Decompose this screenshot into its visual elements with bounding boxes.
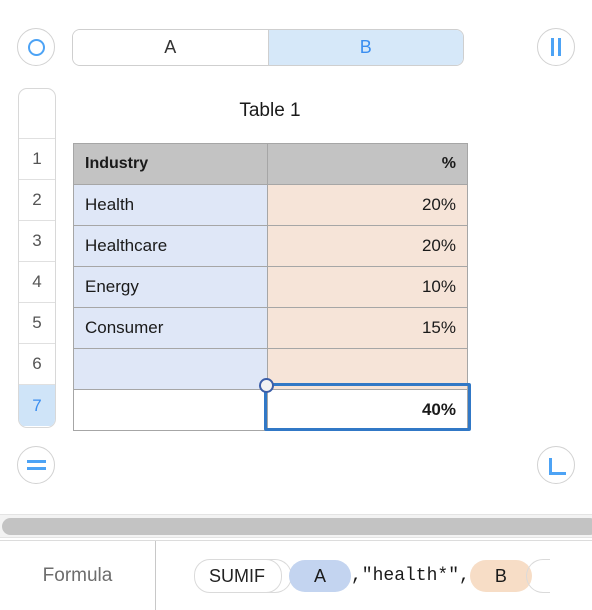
tab-column-b[interactable]: B bbox=[267, 30, 463, 65]
table-header-row: Industry % bbox=[73, 143, 468, 185]
cell-b2[interactable]: 20% bbox=[267, 184, 468, 226]
formula-close-paren bbox=[525, 559, 550, 593]
return-corner-icon bbox=[549, 457, 566, 475]
table-row: Energy 10% bbox=[73, 266, 468, 308]
row-header-3[interactable]: 3 bbox=[19, 221, 55, 262]
table-row-result: 40% bbox=[73, 389, 468, 431]
equals-button[interactable] bbox=[17, 446, 55, 484]
return-button[interactable] bbox=[537, 446, 575, 484]
row-header-6[interactable]: 6 bbox=[19, 344, 55, 385]
spreadsheet-app: A B Table 1 1 2 3 4 5 6 7 Industry % Hea… bbox=[0, 0, 592, 610]
formula-function-token[interactable]: SUMIF bbox=[194, 559, 282, 593]
column-header-percent[interactable]: % bbox=[267, 143, 468, 185]
cell-a5[interactable]: Consumer bbox=[73, 307, 268, 349]
formula-criteria-text[interactable]: ,"health*", bbox=[351, 566, 470, 586]
tab-column-b-label: B bbox=[359, 37, 372, 57]
cell-a7[interactable] bbox=[73, 389, 268, 431]
cell-b5[interactable]: 15% bbox=[267, 307, 468, 349]
cell-a4[interactable]: Energy bbox=[73, 266, 268, 308]
row-header-1[interactable]: 1 bbox=[19, 139, 55, 180]
cell-b6[interactable] bbox=[267, 348, 468, 390]
nav-next-button[interactable] bbox=[537, 28, 575, 66]
cell-a2[interactable]: Health bbox=[73, 184, 268, 226]
row-header-blank bbox=[19, 89, 55, 139]
cell-b7[interactable]: 40% bbox=[267, 389, 468, 431]
column-tabs: A B bbox=[72, 29, 464, 66]
formula-label: Formula bbox=[42, 565, 113, 586]
formula-ref-token-a[interactable]: A bbox=[289, 560, 351, 592]
row-header-5[interactable]: 5 bbox=[19, 303, 55, 344]
table-row: Health 20% bbox=[73, 184, 468, 226]
row-header-4[interactable]: 4 bbox=[19, 262, 55, 303]
horizontal-scrollbar-track[interactable] bbox=[0, 514, 592, 538]
formula-ref-token-b[interactable]: B bbox=[469, 560, 532, 592]
formula-bar: Formula SUMIF A ,"health*", B bbox=[0, 540, 592, 610]
column-header-industry[interactable]: Industry bbox=[73, 143, 268, 185]
horizontal-scrollbar-thumb[interactable] bbox=[2, 518, 592, 535]
tab-column-a[interactable]: A bbox=[73, 30, 268, 65]
sheet-canvas: Table 1 1 2 3 4 5 6 7 Industry % Health … bbox=[0, 84, 592, 509]
cell-a6[interactable] bbox=[73, 348, 268, 390]
row-header-7[interactable]: 7 bbox=[19, 385, 55, 426]
selection-drag-handle[interactable] bbox=[259, 378, 274, 393]
nav-prev-button[interactable] bbox=[17, 28, 55, 66]
row-header-2[interactable]: 2 bbox=[19, 180, 55, 221]
equals-icon bbox=[26, 460, 46, 470]
formula-expression-input[interactable]: SUMIF A ,"health*", B bbox=[156, 541, 592, 610]
table-row: Consumer 15% bbox=[73, 307, 468, 349]
cell-b4[interactable]: 10% bbox=[267, 266, 468, 308]
circle-ring-icon bbox=[27, 38, 45, 56]
row-header-gutter: 1 2 3 4 5 6 7 bbox=[18, 88, 56, 428]
cell-b3[interactable]: 20% bbox=[267, 225, 468, 267]
table-row: Healthcare 20% bbox=[73, 225, 468, 267]
pause-bars-icon bbox=[551, 38, 561, 56]
table-title: Table 1 bbox=[239, 100, 301, 121]
cell-a3[interactable]: Healthcare bbox=[73, 225, 268, 267]
tab-column-a-label: A bbox=[164, 37, 177, 57]
